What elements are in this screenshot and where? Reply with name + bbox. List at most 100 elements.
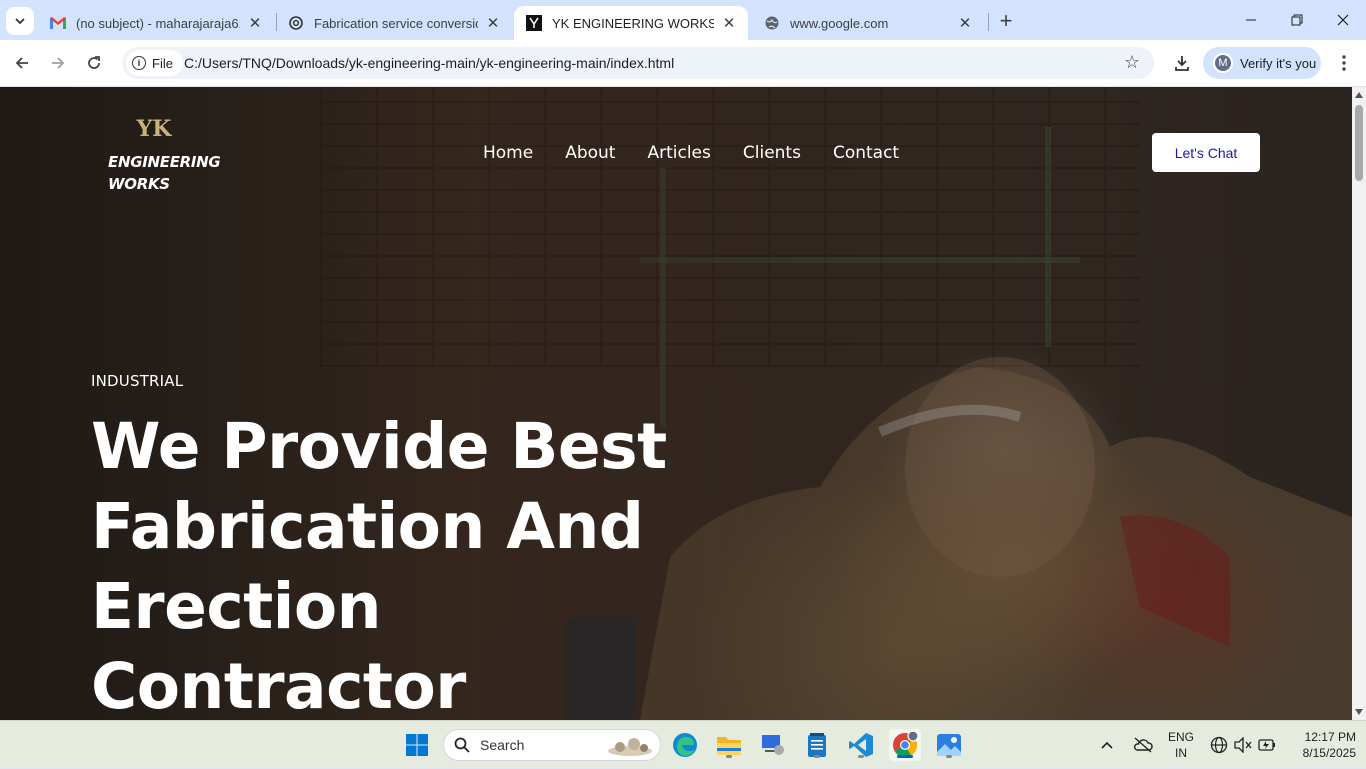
downloads-button[interactable]: [1168, 49, 1196, 77]
taskbar-remote-app[interactable]: [757, 729, 789, 761]
folder-icon: [717, 737, 741, 755]
reload-icon: [88, 56, 100, 69]
show-hidden-icons[interactable]: [1100, 721, 1114, 769]
start-button[interactable]: [401, 729, 433, 761]
windows-logo-icon: [406, 734, 428, 756]
nav-contact[interactable]: Contact: [833, 143, 899, 163]
onedrive-status[interactable]: [1133, 721, 1153, 769]
headline-line: Contractor: [91, 650, 466, 720]
nav-articles[interactable]: Articles: [647, 143, 710, 163]
yk-logo-mark: YK: [136, 117, 173, 139]
taskbar-chrome[interactable]: [889, 729, 921, 761]
running-indicator: [858, 755, 864, 758]
lang-line-1: ENG: [1167, 730, 1194, 744]
lets-chat-button[interactable]: Let's Chat: [1152, 133, 1260, 172]
running-indicator: [946, 755, 952, 758]
cloud-off-icon: [1133, 737, 1153, 753]
profile-verify-button[interactable]: M Verify it's you: [1203, 47, 1321, 79]
taskbar-search[interactable]: Search: [443, 729, 661, 761]
headline-line: Fabrication And: [91, 490, 644, 563]
tab-separator: [988, 13, 989, 31]
taskbar-file-explorer[interactable]: [713, 729, 745, 761]
back-button[interactable]: [8, 49, 36, 77]
close-tab-icon[interactable]: ✕: [246, 14, 264, 32]
avatar: M: [1213, 53, 1233, 73]
globe-icon: [764, 15, 780, 31]
nav-home[interactable]: Home: [483, 143, 533, 163]
taskbar-clock[interactable]: 12:17 PM 8/15/2025: [1284, 729, 1356, 761]
lang-line-2: IN: [1175, 746, 1187, 760]
tab-yk-engineering[interactable]: YK ENGINEERING WORKS ✕: [514, 6, 748, 40]
new-tab-button[interactable]: +: [994, 8, 1018, 33]
minimize-button[interactable]: [1228, 0, 1274, 40]
logo-line-1: ENGINEERING: [108, 153, 221, 171]
chevron-up-icon: [1101, 741, 1113, 749]
address-bar[interactable]: i File C:/Users/TNQ/Downloads/yk-enginee…: [122, 47, 1154, 79]
nav-about[interactable]: About: [565, 143, 615, 163]
close-window-button[interactable]: [1320, 0, 1366, 40]
info-icon: i: [132, 56, 146, 70]
browser-toolbar: i File C:/Users/TNQ/Downloads/yk-enginee…: [0, 40, 1366, 87]
forward-button[interactable]: [44, 49, 72, 77]
close-tab-icon[interactable]: ✕: [484, 14, 502, 32]
battery-status[interactable]: [1258, 721, 1276, 769]
site-logo[interactable]: YK ENGINEERING WORKS: [108, 117, 221, 197]
hero-headline: We Provide Best Fabrication And Erection…: [91, 407, 711, 720]
tab-gmail[interactable]: (no subject) - maharajaraja6160 ✕: [38, 6, 274, 40]
chatgpt-icon: [288, 15, 304, 31]
headline-line: Erection: [91, 570, 382, 643]
taskbar-notepad[interactable]: [801, 729, 833, 761]
tab-fabrication[interactable]: Fabrication service conversion ✕: [276, 6, 512, 40]
restore-button[interactable]: [1274, 0, 1320, 40]
tab-title: YK ENGINEERING WORKS: [552, 15, 714, 31]
restore-icon: [1291, 14, 1303, 26]
tab-search-button[interactable]: [6, 7, 34, 35]
logo-line-2: WORKS: [108, 175, 170, 193]
battery-charging-icon: [1258, 739, 1275, 751]
volume-status[interactable]: [1234, 721, 1252, 769]
search-placeholder: Search: [480, 737, 525, 753]
close-tab-icon[interactable]: ✕: [720, 14, 738, 32]
headline-line: We Provide Best: [91, 410, 667, 483]
more-vert-icon: [1342, 55, 1346, 71]
minimize-icon: [1246, 19, 1256, 21]
scroll-thumb[interactable]: [1355, 105, 1363, 181]
url-text[interactable]: C:/Users/TNQ/Downloads/yk-engineering-ma…: [184, 55, 674, 71]
clock-date: 8/15/2025: [1302, 746, 1356, 760]
clock-time: 12:17 PM: [1304, 730, 1356, 744]
taskbar-edge[interactable]: [669, 729, 701, 761]
site-info-chip[interactable]: i File: [126, 50, 183, 76]
close-icon: [1337, 14, 1349, 26]
gmail-icon: [50, 15, 66, 31]
bookmark-star-icon[interactable]: ☆: [1124, 52, 1140, 73]
scheme-label: File: [152, 55, 173, 71]
tab-google[interactable]: www.google.com ✕: [752, 6, 984, 40]
back-arrow-icon: [15, 57, 28, 69]
network-status[interactable]: [1210, 721, 1228, 769]
close-tab-icon[interactable]: ✕: [956, 14, 974, 32]
browser-menu-button[interactable]: [1332, 49, 1356, 77]
tab-title: Fabrication service conversion: [314, 15, 478, 31]
remote-desktop-icon: [762, 735, 784, 755]
chevron-down-icon: [15, 18, 25, 25]
taskbar-vscode[interactable]: [845, 729, 877, 761]
globe-network-icon: [1210, 736, 1228, 754]
windows-taskbar: Search ENG IN 12:17 PM 8/15/2025: [0, 720, 1366, 768]
page-scrollbar[interactable]: [1352, 87, 1366, 720]
site-icon: [526, 15, 542, 31]
tab-title: www.google.com: [790, 15, 889, 31]
page-viewport: YK ENGINEERING WORKS Home About Articles…: [0, 87, 1352, 720]
language-indicator[interactable]: ENG IN: [1164, 729, 1198, 761]
search-icon: [454, 737, 470, 753]
running-indicator: [726, 755, 732, 758]
edge-icon: [673, 733, 697, 757]
reload-button[interactable]: [80, 49, 108, 77]
verify-label: Verify it's you: [1240, 55, 1317, 71]
main-nav: Home About Articles Clients Contact: [483, 143, 899, 163]
nav-clients[interactable]: Clients: [743, 143, 801, 163]
scroll-up-icon[interactable]: [1355, 92, 1363, 98]
taskbar-photos[interactable]: [933, 729, 965, 761]
volume-muted-icon: [1234, 737, 1252, 753]
active-indicator: [897, 755, 913, 758]
scroll-down-icon[interactable]: [1355, 709, 1363, 715]
